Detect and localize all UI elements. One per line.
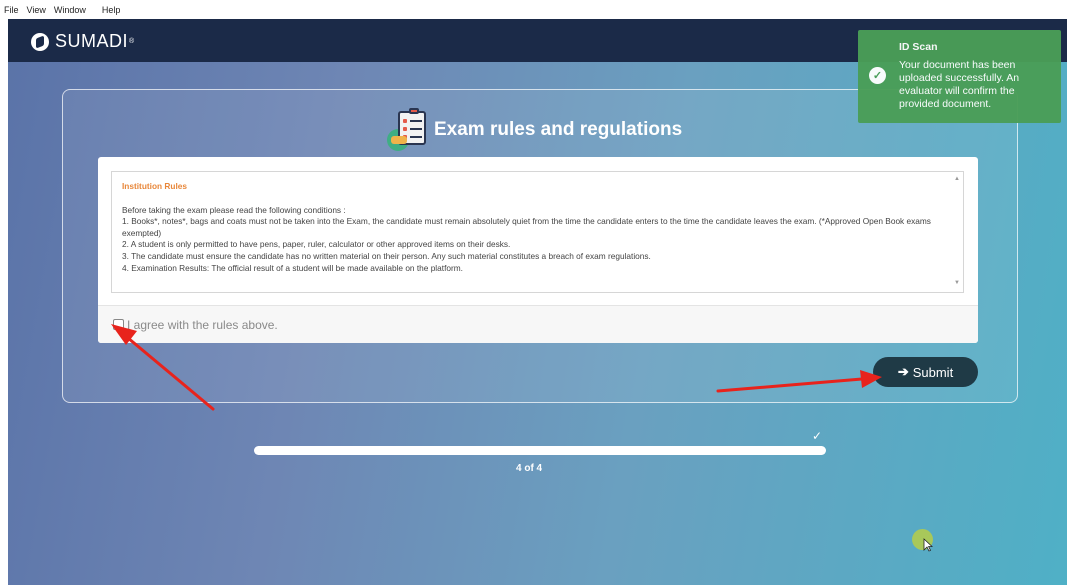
mouse-cursor-icon bbox=[923, 538, 933, 552]
toast-title: ID Scan bbox=[899, 41, 938, 53]
rules-intro: Before taking the exam please read the f… bbox=[122, 204, 346, 215]
menu-help[interactable]: Help bbox=[102, 5, 121, 15]
rules-heading: Institution Rules bbox=[122, 181, 187, 191]
brand-name: SUMADI bbox=[55, 31, 129, 51]
progress-bar bbox=[254, 446, 826, 455]
rule-item: 2. A student is only permitted to have p… bbox=[122, 239, 511, 250]
trademark-mark: ® bbox=[129, 38, 135, 45]
sumadi-logo-icon bbox=[31, 32, 49, 51]
progress-text: 4 of 4 bbox=[516, 463, 543, 474]
page-title: Exam rules and regulations bbox=[434, 119, 683, 140]
arrow-right-icon: ➔ bbox=[897, 364, 909, 379]
submit-button[interactable]: ➔ Submit bbox=[873, 357, 978, 387]
submit-label: Submit bbox=[912, 364, 954, 380]
scroll-up-icon[interactable]: ▲ bbox=[954, 174, 960, 186]
agree-label[interactable]: I agree with the rules above. bbox=[127, 318, 278, 332]
app-window: SUMADI ® Exam rules and regulations Inst… bbox=[8, 19, 1067, 585]
menu-file[interactable]: File bbox=[4, 5, 19, 15]
rules-text-area[interactable]: Institution Rules Before taking the exam… bbox=[111, 171, 964, 293]
rules-panel: Institution Rules Before taking the exam… bbox=[98, 157, 978, 343]
rule-item: 3. The candidate must ensure the candida… bbox=[122, 250, 651, 261]
rule-item: 1. Books*, notes*, bags and coats must n… bbox=[122, 216, 931, 238]
menu-bar: File View Window Help bbox=[0, 0, 1067, 19]
progress-check-icon: ✓ bbox=[812, 429, 823, 443]
clipboard-handshake-icon bbox=[384, 107, 430, 153]
scroll-down-icon[interactable]: ▼ bbox=[954, 278, 960, 290]
menu-window[interactable]: Window bbox=[54, 5, 86, 15]
brand-logo: SUMADI ® bbox=[31, 31, 135, 52]
menu-view[interactable]: View bbox=[27, 5, 46, 15]
toast-message: Your document has been uploaded successf… bbox=[899, 59, 1020, 110]
agree-checkbox[interactable] bbox=[113, 319, 124, 330]
check-circle-icon: ✓ bbox=[869, 67, 886, 84]
rule-item: 4. Examination Results: The official res… bbox=[122, 262, 463, 273]
page-title-row: Exam rules and regulations bbox=[384, 107, 682, 153]
agree-row: I agree with the rules above. bbox=[98, 306, 978, 343]
id-scan-toast[interactable]: ✓ ID Scan Your document has been uploade… bbox=[858, 30, 1061, 123]
